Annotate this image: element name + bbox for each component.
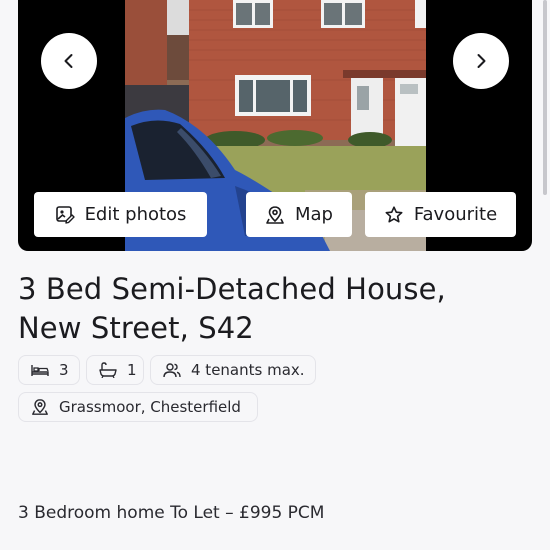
location-label: Grassmoor, Chesterfield: [59, 398, 241, 416]
bathrooms-count: 1: [127, 361, 137, 379]
bedrooms-chip: 3: [18, 355, 80, 385]
listing-description: 3 Bedroom home To Let – £995 PCM: [18, 503, 325, 523]
page-scrollbar[interactable]: [543, 0, 547, 195]
chevron-left-icon: [61, 53, 77, 69]
edit-photos-label: Edit photos: [84, 204, 187, 225]
favourite-button[interactable]: Favourite: [365, 192, 516, 237]
previous-photo-button[interactable]: [41, 33, 97, 89]
edit-photos-button[interactable]: Edit photos: [34, 192, 207, 237]
tenants-max: 4 tenants max.: [191, 361, 305, 379]
location-chip: Grassmoor, Chesterfield: [18, 392, 258, 422]
bedrooms-count: 3: [59, 361, 69, 379]
bath-icon: [99, 362, 117, 378]
photo-gallery: Edit photos Map Favourite: [18, 0, 532, 251]
tenants-chip: 4 tenants max.: [150, 355, 316, 385]
bed-icon: [31, 363, 49, 377]
next-photo-button[interactable]: [453, 33, 509, 89]
photo-actions-bar: Edit photos Map Favourite: [34, 192, 516, 237]
favourite-label: Favourite: [413, 204, 498, 225]
map-pin-icon: [31, 398, 49, 416]
map-label: Map: [295, 204, 333, 225]
people-icon: [163, 362, 181, 378]
edit-photo-icon: [55, 205, 75, 225]
map-button[interactable]: Map: [246, 192, 352, 237]
map-pin-icon: [265, 205, 285, 225]
listing-title: 3 Bed Semi-Detached House, New Street, S…: [18, 270, 538, 348]
chevron-right-icon: [473, 53, 489, 69]
star-icon: [384, 205, 404, 225]
bathrooms-chip: 1: [86, 355, 144, 385]
listing-title-line-1: 3 Bed Semi-Detached House,: [18, 272, 446, 306]
listing-title-line-2: New Street, S42: [18, 311, 254, 345]
